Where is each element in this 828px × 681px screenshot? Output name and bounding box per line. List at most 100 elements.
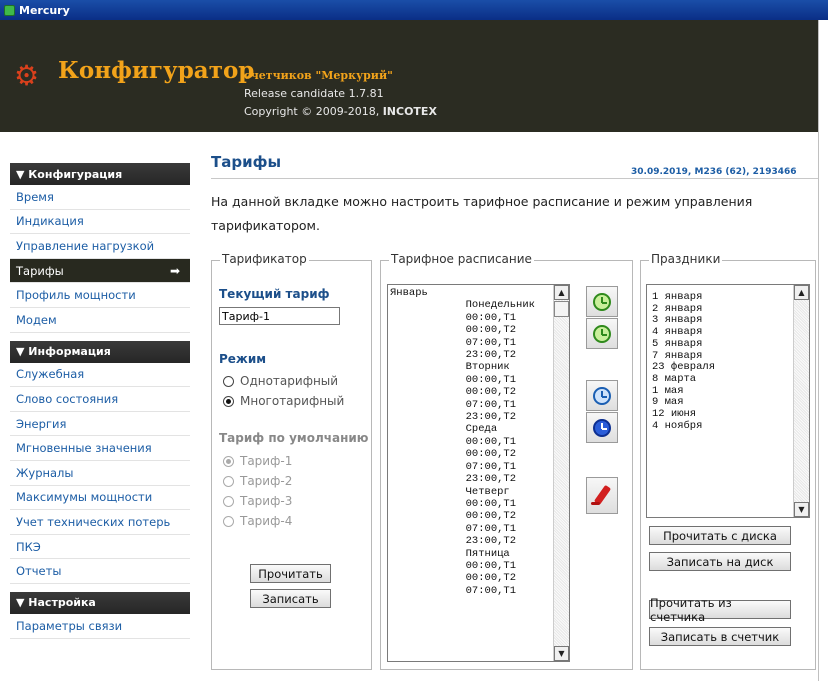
scroll-up-icon[interactable]: ▲ xyxy=(554,285,569,300)
schedule-line[interactable]: Среда xyxy=(390,423,567,435)
sidebar-item[interactable]: Время xyxy=(10,185,190,210)
sidebar-item[interactable]: Максимумы мощности xyxy=(10,486,190,511)
edit-schedule-button[interactable] xyxy=(586,477,618,514)
current-tariff-input[interactable] xyxy=(219,307,340,325)
holiday-item[interactable]: 5 января xyxy=(652,338,804,351)
schedule-line[interactable]: 00:00,T1 xyxy=(390,498,567,510)
edit-time-button[interactable] xyxy=(586,380,618,411)
add-time-button[interactable] xyxy=(586,286,618,317)
sidebar-item-label: ПКЭ xyxy=(16,539,41,554)
schedule-line[interactable]: Вторник xyxy=(390,361,567,373)
scroll-down-icon[interactable]: ▼ xyxy=(794,502,809,517)
mode-multi-tariff-radio[interactable]: Многотарифный xyxy=(223,394,344,408)
write-tariff-button[interactable]: Записать xyxy=(250,589,331,608)
schedule-listbox[interactable]: Январь Понедельник 00:00,T1 00:00,T2 07:… xyxy=(387,284,570,662)
radio-label: Тариф-1 xyxy=(240,454,293,468)
holiday-item[interactable]: 1 января xyxy=(652,291,804,304)
radio-button-icon[interactable] xyxy=(223,515,234,527)
schedule-line[interactable]: 00:00,T1 xyxy=(390,436,567,448)
schedule-line[interactable]: 00:00,T1 xyxy=(390,560,567,572)
sidebar-item[interactable]: Мгновенные значения xyxy=(10,436,190,461)
holiday-item[interactable]: 12 июня xyxy=(652,408,804,421)
mode-single-tariff-radio[interactable]: Однотарифный xyxy=(223,374,338,388)
clock-refresh-icon xyxy=(593,324,611,343)
default-tariff-1-radio[interactable]: Тариф-1 xyxy=(223,454,292,468)
schedule-line[interactable]: 07:00,T1 xyxy=(390,399,567,411)
sidebar-item-label: Параметры связи xyxy=(16,618,123,633)
scroll-up-icon[interactable]: ▲ xyxy=(794,285,809,300)
schedule-line[interactable]: Четверг xyxy=(390,486,567,498)
holidays-listbox[interactable]: 1 января 2 января 3 января 4 января 5 января… xyxy=(646,284,810,518)
schedule-line[interactable]: 07:00,T1 xyxy=(390,523,567,535)
schedule-line[interactable]: 00:00,T2 xyxy=(390,324,567,336)
schedule-line[interactable]: 00:00,T2 xyxy=(390,386,567,398)
schedule-line[interactable]: 00:00,T1 xyxy=(390,312,567,324)
holiday-item[interactable]: 8 марта xyxy=(652,373,804,386)
sidebar-item[interactable]: Служебная xyxy=(10,363,190,388)
schedule-line[interactable]: 00:00,T2 xyxy=(390,448,567,460)
schedule-line[interactable]: 00:00,T1 xyxy=(390,374,567,386)
sidebar-section-header[interactable]: ▼ Конфигурация xyxy=(10,163,190,185)
schedule-line[interactable]: Понедельник xyxy=(390,299,567,311)
schedule-scrollbar[interactable]: ▲ ▼ xyxy=(553,285,569,661)
radio-label: Тариф-3 xyxy=(240,494,293,508)
window-title-bar: Mercury xyxy=(0,0,828,20)
default-tariff-3-radio[interactable]: Тариф-3 xyxy=(223,494,292,508)
app-title: Конфигуратор xyxy=(58,57,255,84)
sidebar-item[interactable]: Модем xyxy=(10,308,190,333)
holiday-item[interactable]: 4 ноября xyxy=(652,420,804,433)
schedule-line[interactable]: 23:00,T2 xyxy=(390,473,567,485)
read-tariff-button[interactable]: Прочитать xyxy=(250,564,331,583)
sidebar-section-header[interactable]: ▼ Информация xyxy=(10,340,190,363)
reset-time-button[interactable] xyxy=(586,318,618,349)
sidebar-item[interactable]: Параметры связи xyxy=(10,614,190,639)
device-meta-info[interactable]: 30.09.2019, M236 (62), 2193466 xyxy=(631,167,797,177)
schedule-line[interactable]: 00:00,T2 xyxy=(390,572,567,584)
default-tariff-2-radio[interactable]: Тариф-2 xyxy=(223,474,292,488)
sidebar-section-header[interactable]: ▼ Настройка xyxy=(10,591,190,614)
sidebar-item-label: Индикация xyxy=(16,214,84,229)
read-from-meter-button[interactable]: Прочитать из счетчика xyxy=(649,596,791,624)
schedule-line[interactable]: 23:00,T2 xyxy=(390,349,567,361)
sidebar-item-label: Управление нагрузкой xyxy=(16,238,155,253)
schedule-line[interactable]: 07:00,T1 xyxy=(390,337,567,349)
gear-logo-icon: ⚙ xyxy=(14,59,40,92)
sidebar-item[interactable]: Журналы xyxy=(10,461,190,486)
sidebar-item[interactable]: Учет технических потерь xyxy=(10,510,190,535)
radio-button-icon[interactable] xyxy=(223,495,234,507)
read-from-disk-button[interactable]: Прочитать с диска xyxy=(649,526,791,545)
radio-button-icon[interactable] xyxy=(223,375,234,387)
current-tariff-label: Текущий тариф xyxy=(219,287,330,301)
copyright-company: INCOTEX xyxy=(382,105,437,118)
radio-button-icon[interactable] xyxy=(223,455,234,467)
arrow-right-icon: ➡ xyxy=(169,263,180,278)
schedule-line[interactable]: 23:00,T2 xyxy=(390,411,567,423)
default-tariff-4-radio[interactable]: Тариф-4 xyxy=(223,514,292,528)
schedule-line[interactable]: 07:00,T1 xyxy=(390,585,567,597)
scroll-down-icon[interactable]: ▼ xyxy=(554,646,569,661)
schedule-line[interactable]: 23:00,T2 xyxy=(390,535,567,547)
sidebar-item[interactable]: ПКЭ xyxy=(10,535,190,560)
sidebar-item[interactable]: Индикация xyxy=(10,210,190,235)
reload-time-button[interactable] xyxy=(586,412,618,443)
write-to-meter-button[interactable]: Записать в счетчик xyxy=(649,627,791,646)
holidays-scrollbar[interactable]: ▲ ▼ xyxy=(793,285,809,517)
sidebar-item[interactable]: Отчеты xyxy=(10,559,190,584)
write-to-disk-button[interactable]: Записать на диск xyxy=(649,552,791,571)
radio-button-icon[interactable] xyxy=(223,395,234,407)
schedule-line[interactable]: Январь xyxy=(390,287,567,299)
schedule-line[interactable]: 00:00,T2 xyxy=(390,510,567,522)
release-version: Release candidate 1.7.81 xyxy=(244,87,384,100)
sidebar-item[interactable]: Профиль мощности xyxy=(10,283,190,308)
sidebar-item-label: Мгновенные значения xyxy=(16,441,152,456)
scroll-thumb[interactable] xyxy=(554,301,569,317)
sidebar-item[interactable]: Управление нагрузкой xyxy=(10,234,190,259)
sidebar-item[interactable]: Энергия xyxy=(10,412,190,437)
sidebar-item[interactable]: Слово состояния xyxy=(10,387,190,412)
schedule-line[interactable]: 07:00,T1 xyxy=(390,461,567,473)
default-tariff-label: Тариф по умолчанию xyxy=(219,431,369,445)
clock-add-icon xyxy=(593,292,611,311)
schedule-line[interactable]: Пятница xyxy=(390,548,567,560)
sidebar-item[interactable]: Тарифы ➡ xyxy=(10,258,190,284)
radio-button-icon[interactable] xyxy=(223,475,234,487)
